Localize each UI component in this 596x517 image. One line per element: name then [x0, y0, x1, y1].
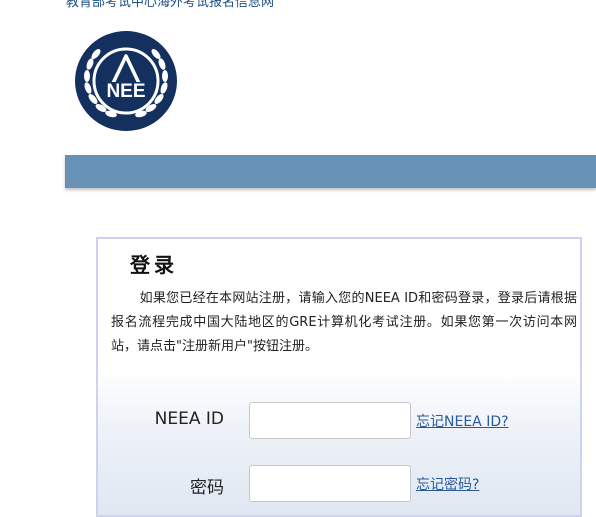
login-description: 如果您已经在本网站注册，请输入您的NEEA ID和密码登录，登录后请根据报名流程…: [111, 291, 577, 354]
password-label: 密码: [190, 478, 224, 498]
logo-text: NEE: [106, 81, 145, 102]
forgot-neea-id-link[interactable]: 忘记NEEA ID?: [416, 411, 509, 431]
neea-id-input[interactable]: [249, 402, 411, 439]
password-input[interactable]: [249, 465, 411, 502]
forgot-password-link[interactable]: 忘记密码?: [416, 474, 479, 494]
site-title-link[interactable]: 教育部考试中心海外考试报名信息网: [66, 0, 274, 10]
neea-logo: NEE: [75, 31, 177, 131]
navigation-bar: [65, 155, 596, 188]
neea-id-label: NEEA ID: [154, 409, 224, 429]
login-panel: 登录 如果您已经在本网站注册，请输入您的NEEA ID和密码登录，登录后请根据报…: [96, 237, 582, 517]
login-title: 登录: [130, 253, 178, 277]
